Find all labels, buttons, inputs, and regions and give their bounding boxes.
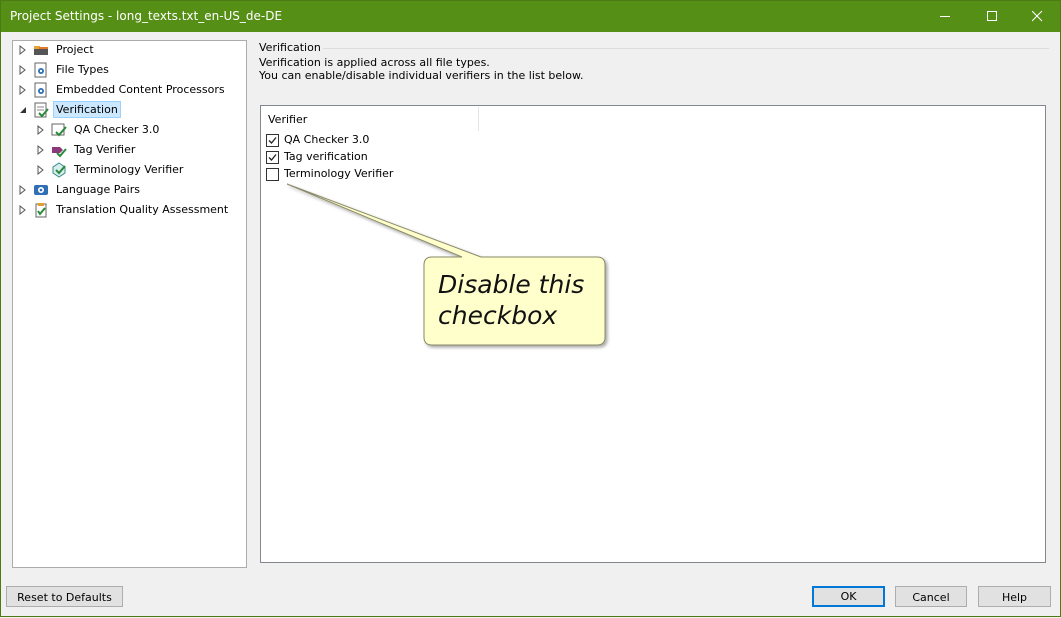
description-text: You can enable/disable individual verifi… <box>259 69 584 82</box>
verification-panel: Verification Verification is applied acr… <box>251 40 1051 566</box>
tree-item-label: Translation Quality Assessment <box>56 203 229 216</box>
tag-verification-checkbox[interactable] <box>266 151 279 164</box>
close-button[interactable] <box>1014 1 1060 32</box>
tree-item-label: Verification <box>53 101 121 118</box>
tree-item-label: File Types <box>56 63 109 76</box>
tree-item-label: Terminology Verifier <box>74 163 184 176</box>
section-title: Verification <box>259 41 321 54</box>
section-divider <box>323 48 1049 49</box>
window-title: Project Settings - long_texts.txt_en-US_… <box>10 9 283 23</box>
minimize-button[interactable] <box>922 1 968 32</box>
tree-item-label: Language Pairs <box>56 183 140 196</box>
expand-arrow-icon[interactable] <box>37 165 45 175</box>
expand-arrow-icon[interactable] <box>19 45 27 55</box>
expand-arrow-icon[interactable] <box>37 145 45 155</box>
minimize-icon <box>940 16 950 17</box>
ok-button[interactable]: OK <box>812 586 885 607</box>
verifier-label: QA Checker 3.0 <box>284 133 370 146</box>
reset-to-defaults-button[interactable]: Reset to Defaults <box>6 586 123 607</box>
close-icon <box>1032 11 1043 22</box>
maximize-icon <box>987 11 997 21</box>
project-icon <box>34 46 48 55</box>
callout-text: Disable this checkbox <box>438 269 598 331</box>
tree-item-label: QA Checker 3.0 <box>74 123 160 136</box>
terminology-verifier-checkbox[interactable] <box>266 168 279 181</box>
column-divider[interactable] <box>478 107 479 131</box>
tree-item-label: Tag Verifier <box>74 143 136 156</box>
terminology-verifier-icon <box>52 162 66 178</box>
callout-line: Disable this <box>438 270 585 299</box>
maximize-button[interactable] <box>969 1 1015 32</box>
expand-arrow-icon[interactable] <box>19 85 27 95</box>
tag-verifier-icon <box>52 147 67 158</box>
expand-arrow-icon[interactable] <box>19 205 27 215</box>
verification-icon <box>34 102 49 118</box>
language-pairs-icon <box>34 185 48 195</box>
verifier-label: Terminology Verifier <box>284 167 394 180</box>
tree-item-label: Embedded Content Processors <box>56 83 225 96</box>
collapse-arrow-icon[interactable] <box>19 105 27 115</box>
column-header-verifier[interactable]: Verifier <box>268 113 307 126</box>
expand-arrow-icon[interactable] <box>19 185 27 195</box>
verifier-label: Tag verification <box>284 150 368 163</box>
project-settings-window: Project Settings - long_texts.txt_en-US_… <box>0 0 1061 617</box>
tree-item-label: Project <box>56 43 94 56</box>
qa-checker-checkbox[interactable] <box>266 134 279 147</box>
expand-arrow-icon[interactable] <box>37 125 45 135</box>
checkmark-icon <box>268 137 277 144</box>
callout-line: checkbox <box>438 301 558 330</box>
tqa-icon <box>35 203 47 218</box>
verifier-list[interactable]: Verifier QA Checker 3.0 Tag verification… <box>260 105 1046 563</box>
help-button[interactable]: Help <box>978 586 1051 607</box>
qa-checker-icon <box>51 123 67 137</box>
expand-arrow-icon[interactable] <box>19 65 27 75</box>
settings-tree[interactable]: Project File Types Embedded Content Proc… <box>12 40 247 568</box>
checkmark-icon <box>268 154 277 161</box>
title-bar[interactable]: Project Settings - long_texts.txt_en-US_… <box>1 1 1060 32</box>
file-types-icon <box>34 62 47 78</box>
processor-icon <box>34 82 47 98</box>
description-text: Verification is applied across all file … <box>259 56 490 69</box>
cancel-button[interactable]: Cancel <box>895 586 967 607</box>
